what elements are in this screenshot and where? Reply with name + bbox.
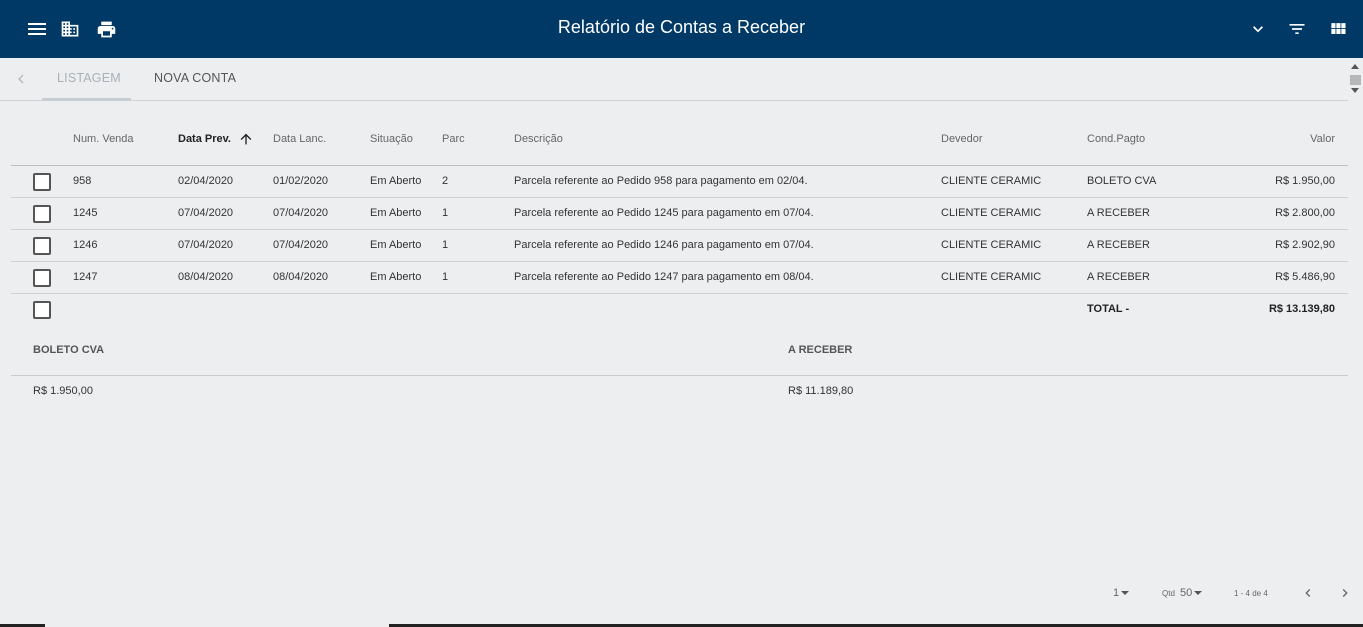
header-parc[interactable]: Parc (442, 133, 465, 145)
header-data-prev[interactable]: Data Prev. (178, 133, 231, 145)
cell-valor: R$ 5.486,90 (1275, 271, 1335, 283)
header-situacao[interactable]: Situação (370, 133, 413, 145)
scrollbar[interactable] (1348, 58, 1363, 627)
table-row[interactable]: 958 02/04/2020 01/02/2020 Em Aberto 2 Pa… (11, 166, 1348, 198)
app-header: Relatório de Contas a Receber (0, 0, 1363, 58)
header-cond-pagto[interactable]: Cond.Pagto (1087, 133, 1145, 145)
cell-num-venda: 1247 (73, 271, 98, 283)
cell-devedor: CLIENTE CERAMIC (941, 207, 1042, 219)
total-value: R$ 13.139,80 (1268, 303, 1335, 315)
summary-boleto-label: BOLETO CVA (33, 344, 105, 356)
scroll-thumb[interactable] (1350, 75, 1361, 85)
page-range: 1 - 4 de 4 (1234, 589, 1268, 598)
filter-icon[interactable] (1285, 17, 1309, 41)
cell-data-prev: 07/04/2020 (178, 239, 234, 251)
row-checkbox[interactable] (33, 237, 51, 255)
qtd-label: Qtd (1162, 589, 1175, 598)
cell-descricao: Parcela referente ao Pedido 1247 para pa… (514, 271, 814, 283)
cell-num-venda: 1246 (73, 239, 98, 251)
header-descricao[interactable]: Descrição (514, 133, 563, 145)
scroll-up-arrow-icon[interactable] (1351, 64, 1359, 69)
qtd-value: 50 (1180, 587, 1193, 599)
cell-data-lanc: 07/04/2020 (273, 239, 329, 251)
cell-data-prev: 02/04/2020 (178, 175, 234, 187)
cell-situacao: Em Aberto (370, 175, 422, 187)
cell-num-venda: 1245 (73, 207, 98, 219)
cell-valor: R$ 2.902,90 (1275, 239, 1335, 251)
cell-num-venda: 958 (73, 175, 92, 187)
cell-situacao: Em Aberto (370, 271, 422, 283)
summary-divider (11, 375, 1348, 376)
cell-parc: 2 (442, 175, 449, 187)
previous-page-icon[interactable] (1300, 585, 1316, 601)
row-checkbox[interactable] (33, 173, 51, 191)
summary-receber-value: R$ 11.189,80 (788, 385, 854, 397)
tab-bar: LISTAGEM NOVA CONTA (0, 58, 1348, 101)
row-checkbox[interactable] (33, 205, 51, 223)
cell-descricao: Parcela referente ao Pedido 1245 para pa… (514, 207, 814, 219)
cell-situacao: Em Aberto (370, 239, 422, 251)
chevron-down-icon[interactable] (1246, 17, 1270, 41)
cell-valor: R$ 1.950,00 (1275, 175, 1335, 187)
header-num-venda[interactable]: Num. Venda (73, 133, 134, 145)
summary-boleto-value: R$ 1.950,00 (33, 385, 93, 397)
cell-data-lanc: 07/04/2020 (273, 207, 329, 219)
cell-descricao: Parcela referente ao Pedido 1246 para pa… (514, 239, 814, 251)
cell-valor: R$ 2.800,00 (1275, 207, 1335, 219)
cell-cond-pagto: A RECEBER (1087, 207, 1150, 219)
cell-parc: 1 (442, 207, 449, 219)
cell-devedor: CLIENTE CERAMIC (941, 175, 1042, 187)
total-label: TOTAL - (1087, 303, 1130, 315)
cell-cond-pagto: A RECEBER (1087, 271, 1150, 283)
cell-devedor: CLIENTE CERAMIC (941, 239, 1042, 251)
next-page-icon[interactable] (1337, 585, 1353, 601)
header-valor[interactable]: Valor (1200, 133, 1335, 145)
page-title: Relatório de Contas a Receber (557, 17, 806, 37)
cell-parc: 1 (442, 239, 449, 251)
chevron-left-icon[interactable] (12, 70, 32, 90)
header-devedor[interactable]: Devedor (941, 133, 983, 145)
cell-data-prev: 08/04/2020 (178, 271, 234, 283)
summary-receber-label: A RECEBER (788, 344, 853, 356)
grid-view-icon[interactable] (1326, 17, 1350, 41)
table-row[interactable]: 1246 07/04/2020 07/04/2020 Em Aberto 1 P… (11, 230, 1348, 262)
page-select[interactable]: 1 (1113, 587, 1130, 599)
sort-ascending-icon[interactable] (238, 131, 254, 147)
cell-data-prev: 07/04/2020 (178, 207, 234, 219)
total-row: TOTAL - R$ 13.139,80 (11, 294, 1348, 326)
select-all-checkbox[interactable] (33, 301, 51, 319)
cell-data-lanc: 08/04/2020 (273, 271, 329, 283)
scroll-down-arrow-icon[interactable] (1351, 88, 1359, 93)
cell-devedor: CLIENTE CERAMIC (941, 271, 1042, 283)
table-row[interactable]: 1247 08/04/2020 08/04/2020 Em Aberto 1 P… (11, 262, 1348, 294)
page-number: 1 (1113, 587, 1120, 599)
cell-cond-pagto: BOLETO CVA (1087, 175, 1157, 187)
row-checkbox[interactable] (33, 269, 51, 287)
cell-cond-pagto: A RECEBER (1087, 239, 1150, 251)
caret-down-icon (1194, 591, 1203, 596)
header-data-lanc[interactable]: Data Lanc. (273, 133, 326, 145)
caret-down-icon (1121, 591, 1130, 596)
cell-descricao: Parcela referente ao Pedido 958 para pag… (514, 175, 808, 187)
cell-parc: 1 (442, 271, 449, 283)
tab-listagem[interactable]: LISTAGEM (57, 71, 121, 85)
qtd-select[interactable]: 50 (1180, 587, 1203, 599)
table-row[interactable]: 1245 07/04/2020 07/04/2020 Em Aberto 1 P… (11, 198, 1348, 230)
cell-data-lanc: 01/02/2020 (273, 175, 329, 187)
tab-nova-conta[interactable]: NOVA CONTA (154, 71, 236, 85)
active-tab-indicator (42, 98, 131, 101)
cell-situacao: Em Aberto (370, 207, 422, 219)
